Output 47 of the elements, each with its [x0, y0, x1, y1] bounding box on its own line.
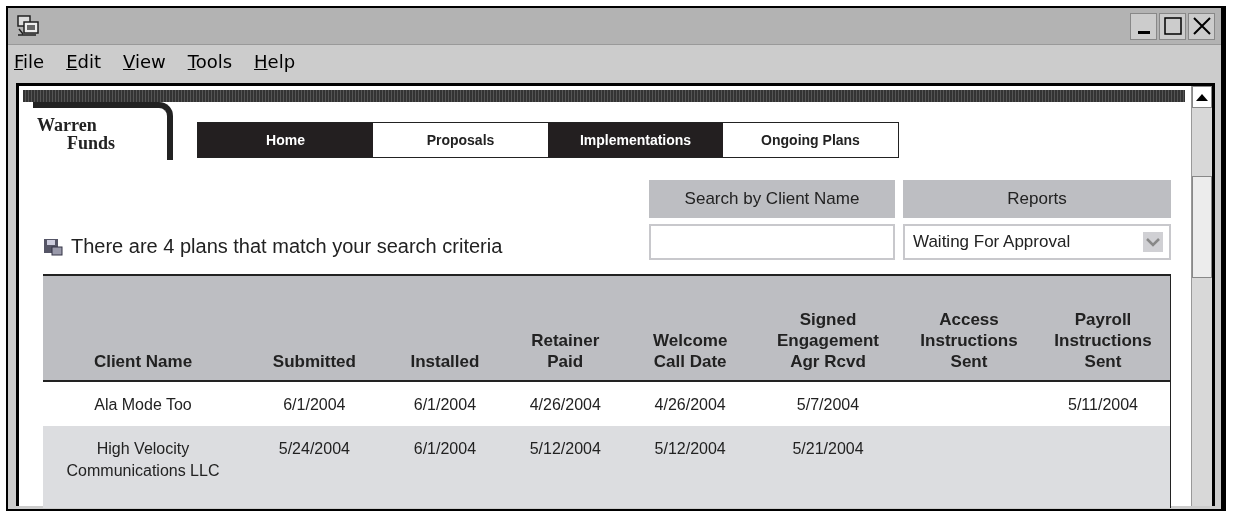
table-cell-text: High Velocity Communications LLC	[66, 439, 220, 481]
menu-item[interactable]: File	[14, 50, 45, 72]
maximize-button[interactable]	[1159, 12, 1186, 40]
table-cell-text: Ala Mode Too	[94, 395, 192, 415]
table-cell-text: 5/24/2004	[278, 439, 350, 459]
column-header: Payroll Instructions Sent	[1054, 309, 1152, 372]
menu-item[interactable]: Help	[254, 50, 296, 72]
table-cell-text: 6/1/2004	[413, 439, 477, 459]
scroll-up-button[interactable]	[1192, 86, 1212, 108]
column-header: Signed Engagement Agr Rcvd	[777, 309, 879, 372]
table-cell-text: 5/11/2004	[1068, 395, 1138, 415]
menu-item[interactable]: Tools	[187, 50, 233, 72]
chevron-down-icon	[1143, 232, 1163, 252]
close-icon	[1191, 16, 1212, 36]
column-header: Welcome Call Date	[653, 330, 728, 372]
search-label: Search by Client Name	[649, 180, 895, 218]
table-cell-text: 6/1/2004	[283, 395, 346, 415]
reports-dropdown[interactable]: Waiting For Approval	[903, 224, 1171, 260]
disk-icon	[43, 236, 63, 257]
table-cell-text: 5/12/2004	[529, 439, 601, 459]
column-header: Access Instructions Sent	[920, 309, 1018, 372]
minimize-icon	[1137, 30, 1150, 34]
table-cell-text: 5/7/2004	[796, 395, 860, 415]
reports-label: Reports	[903, 180, 1171, 218]
close-button[interactable]	[1188, 12, 1215, 40]
table-cell-text: 4/26/2004	[654, 395, 726, 415]
column-header: Retainer Paid	[531, 330, 600, 372]
maximize-icon	[1162, 16, 1183, 36]
table-cell-text: 4/26/2004	[529, 395, 601, 415]
nav-tab[interactable]: Implementations	[548, 123, 723, 157]
scroll-thumb[interactable]	[1192, 176, 1212, 278]
computer-icon	[16, 14, 40, 38]
logo: Warren Funds	[33, 102, 173, 160]
table-cell-text: 5/12/2004	[654, 439, 726, 459]
menu-item[interactable]: View	[123, 50, 166, 72]
table-cell-text: 6/1/2004	[413, 395, 477, 415]
minimize-button[interactable]	[1130, 12, 1157, 40]
nav-tab[interactable]: Home	[198, 123, 373, 157]
scrollbar[interactable]	[1191, 86, 1212, 506]
column-header: Client Name	[93, 351, 193, 372]
search-field[interactable]	[649, 224, 895, 260]
column-header: Installed	[410, 351, 480, 372]
column-header: Submitted	[272, 351, 356, 372]
menu-item[interactable]: Edit	[66, 50, 101, 72]
table-cell-text: 5/21/2004	[792, 439, 864, 459]
result-message: There are 4 plans that match your search criteria	[71, 235, 503, 258]
triangle-up-icon	[1195, 92, 1209, 102]
